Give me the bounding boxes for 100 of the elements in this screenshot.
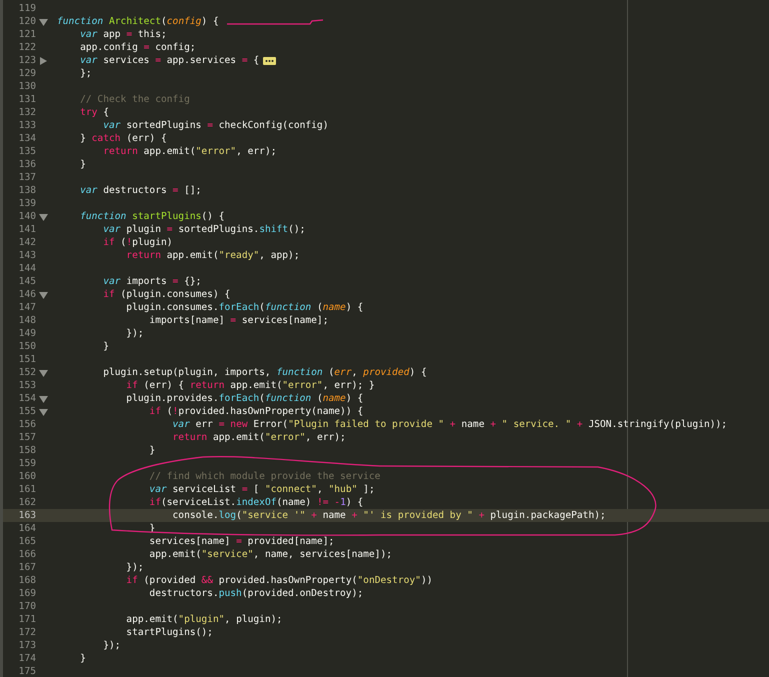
code-line: console.log("service '" + name + "' is provided by " + plugin.packagePath); — [172, 509, 606, 522]
line-number: 138 — [18, 184, 36, 197]
line-number: 170 — [18, 600, 36, 613]
code-line: if(serviceList.indexOf(name) != -1) { — [148, 496, 364, 509]
line-number: 133 — [18, 119, 36, 132]
line-number: 163 — [18, 509, 36, 522]
line-number: 175 — [18, 665, 36, 677]
line-number: 149 — [18, 327, 36, 340]
line-number: 135 — [18, 145, 36, 158]
code-line: if (err) { return app.emit("error", err); } — [125, 379, 375, 392]
code-line: imports[name] = services[name]; — [148, 314, 328, 327]
line-number: 173 — [18, 639, 36, 652]
line-number: 132 — [18, 106, 36, 119]
line-number: 172 — [18, 626, 36, 639]
line-number: 148 — [18, 314, 36, 327]
line-number: 168 — [18, 574, 36, 587]
line-number: 140 — [18, 210, 36, 223]
line-number: 129 — [18, 67, 36, 80]
folded-code-ellipsis-icon[interactable] — [263, 56, 276, 64]
line-number: 165 — [18, 535, 36, 548]
code-line: plugin.consumes.forEach(function (name) { — [125, 301, 364, 314]
code-line: destructors.push(provided.onDestroy); — [148, 587, 364, 600]
line-number: 119 — [18, 2, 36, 15]
line-number: 131 — [18, 93, 36, 106]
fold-arrow-icon[interactable] — [39, 408, 48, 416]
code-line: if (!plugin) — [102, 236, 173, 249]
code-line: try { — [79, 106, 109, 119]
line-number: 160 — [18, 470, 36, 483]
code-line: services[name] = provided[name]; — [148, 535, 334, 548]
line-number: 167 — [18, 561, 36, 574]
line-number: 121 — [18, 28, 36, 41]
code-line: // find which module provide the service — [148, 470, 380, 483]
code-line: plugin.setup(plugin, imports, function (err, provided) { — [102, 366, 427, 379]
line-number: 139 — [18, 197, 36, 210]
code-line: startPlugins(); — [125, 626, 213, 639]
line-number: 161 — [18, 483, 36, 496]
code-line: var sortedPlugins = checkConfig(config) — [102, 119, 328, 132]
line-number: 144 — [18, 262, 36, 275]
line-number: 164 — [18, 522, 36, 535]
code-line: var imports = {}; — [102, 275, 202, 288]
code-line: return app.emit("ready", app); — [125, 249, 300, 262]
line-number: 145 — [18, 275, 36, 288]
line-number: 151 — [18, 353, 36, 366]
code-line: } — [79, 158, 86, 171]
line-number: 157 — [18, 431, 36, 444]
code-line: } — [148, 444, 156, 457]
code-line: } — [79, 652, 86, 665]
code-line: var serviceList = [ "connect", "hub" ]; — [148, 483, 375, 496]
line-number: 155 — [18, 405, 36, 418]
line-number: 158 — [18, 444, 36, 457]
line-number: 142 — [18, 236, 36, 249]
line-number: 130 — [18, 80, 36, 93]
code-line: }); — [125, 561, 144, 574]
fold-arrow-icon[interactable] — [39, 394, 48, 402]
line-number: 152 — [18, 366, 36, 379]
code-line: var plugin = sortedPlugins.shift(); — [102, 223, 306, 236]
line-number: 159 — [18, 457, 36, 470]
code-line: return app.emit("error", err); — [172, 431, 346, 444]
code-line: } catch (err) { — [79, 132, 167, 145]
code-line: var destructors = []; — [79, 184, 202, 197]
line-number: 156 — [18, 418, 36, 431]
line-number: 162 — [18, 496, 36, 509]
code-line: }; — [79, 67, 92, 80]
code-line: if (!provided.hasOwnProperty(name)) { — [148, 405, 364, 418]
line-number: 147 — [18, 301, 36, 314]
code-line: function Architect(config) { — [57, 15, 219, 28]
line-number: 120 — [18, 15, 36, 28]
code-line: var app = this; — [79, 28, 167, 41]
line-number: 171 — [18, 613, 36, 626]
fold-arrow-icon[interactable] — [39, 212, 48, 220]
line-number: 137 — [18, 171, 36, 184]
line-number: 154 — [18, 392, 36, 405]
code-line: } — [102, 340, 109, 353]
fold-arrow-icon[interactable] — [39, 368, 48, 376]
code-line: // Check the config — [79, 93, 190, 106]
code-line: var err = new Error("Plugin failed to provide " + name + " service. " + JSON.stringify(plugin)); — [172, 418, 728, 431]
line-number: 122 — [18, 41, 36, 54]
line-number: 166 — [18, 548, 36, 561]
line-number: 141 — [18, 223, 36, 236]
code-line: }); — [125, 327, 144, 340]
line-number: 150 — [18, 340, 36, 353]
line-number: 146 — [18, 288, 36, 301]
line-number: 153 — [18, 379, 36, 392]
code-line: var services = app.services = { — [79, 54, 260, 67]
fold-arrow-icon[interactable] — [39, 290, 48, 298]
line-number: 136 — [18, 158, 36, 171]
line-number: 123 — [18, 54, 36, 67]
fold-arrow-icon[interactable] — [39, 18, 48, 26]
line-number: 169 — [18, 587, 36, 600]
code-line: if (provided && provided.hasOwnProperty("onDestroy")) — [125, 574, 432, 587]
code-line: plugin.provides.forEach(function (name) { — [125, 392, 364, 405]
line-number: 174 — [18, 652, 36, 665]
line-number: 134 — [18, 132, 36, 145]
code-line: if (plugin.consumes) { — [102, 288, 230, 301]
code-line: function startPlugins() { — [79, 210, 225, 223]
code-line: app.config = config; — [79, 41, 196, 54]
fold-arrow-icon[interactable] — [39, 56, 48, 64]
code-line: app.emit("service", name, services[name]); — [148, 548, 392, 561]
line-number: 143 — [18, 249, 36, 262]
code-line: app.emit("plugin", plugin); — [125, 613, 282, 626]
